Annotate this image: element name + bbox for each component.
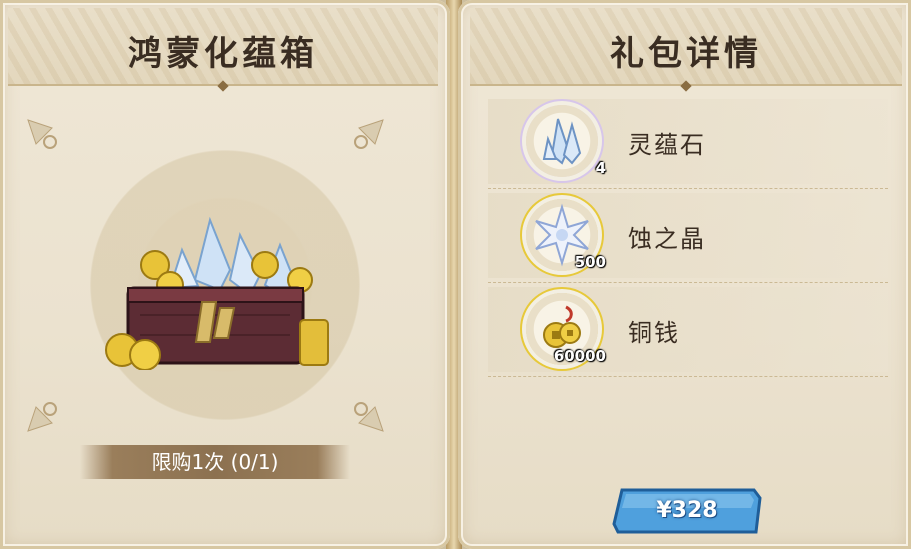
price-label: ¥328: [656, 498, 718, 523]
ornament-icon: [354, 119, 384, 149]
reward-item[interactable]: 4 灵蕴石: [488, 95, 888, 189]
package-header: 鸿蒙化蕴箱: [8, 8, 438, 92]
item-name: 灵蕴石: [628, 131, 706, 159]
item-quantity: 4: [595, 159, 606, 177]
item-quantity: 60000: [553, 347, 606, 365]
reward-list: 4 灵蕴石 500 蚀之晶 60000 铜钱: [488, 95, 888, 377]
package-panel: 鸿蒙化蕴箱 限购1次 (0/1): [0, 0, 450, 549]
item-name: 铜钱: [628, 319, 680, 347]
crystal-graphic: [542, 118, 582, 165]
header-ornament: [217, 80, 229, 92]
purchase-limit-label: 限购1次 (0/1): [80, 445, 350, 479]
package-title: 鸿蒙化蕴箱: [128, 34, 318, 74]
item-name: 蚀之晶: [628, 225, 706, 253]
crystal-icon[interactable]: [526, 105, 598, 177]
details-title: 礼包详情: [610, 34, 762, 74]
reward-item[interactable]: 500 蚀之晶: [488, 189, 888, 283]
ornament-icon: [27, 402, 57, 432]
reward-item[interactable]: 60000 铜钱: [488, 283, 888, 377]
treasure-chest-icon: [105, 216, 329, 370]
ornament-icon: [27, 119, 57, 149]
details-header: 礼包详情: [470, 8, 902, 92]
item-quantity: 500: [574, 253, 606, 271]
ornament-icon: [354, 402, 384, 432]
buy-button[interactable]: ¥328: [612, 486, 762, 536]
